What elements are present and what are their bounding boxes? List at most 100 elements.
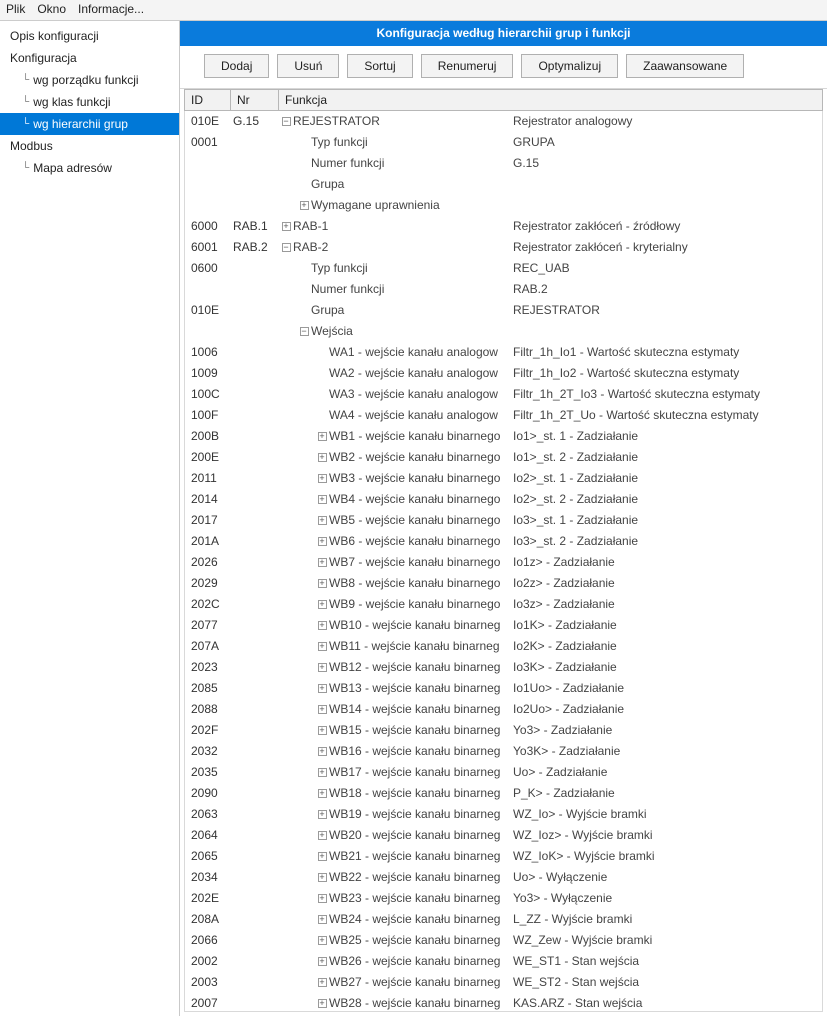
grid-row[interactable]: 2003+WB27 - wejście kanału binarnegWE_ST… (185, 972, 822, 993)
optimize-button[interactable]: Optymalizuj (521, 54, 618, 78)
grid-row[interactable]: Grupa (185, 174, 822, 195)
grid-row[interactable]: 2011+WB3 - wejście kanału binarnegoIo2>_… (185, 468, 822, 489)
expander-icon[interactable]: − (297, 323, 311, 340)
grid-row[interactable]: 2077+WB10 - wejście kanału binarnegIo1K>… (185, 615, 822, 636)
expander-icon[interactable]: − (279, 113, 293, 130)
grid-row[interactable]: 2007+WB28 - wejście kanału binarnegKAS.A… (185, 993, 822, 1012)
add-button[interactable]: Dodaj (204, 54, 269, 78)
grid-row[interactable]: 0600Typ funkcjiREC_UAB (185, 258, 822, 279)
grid-row[interactable]: 202F+WB15 - wejście kanału binarnegYo3> … (185, 720, 822, 741)
grid-row[interactable]: 2066+WB25 - wejście kanału binarnegWZ_Ze… (185, 930, 822, 951)
grid-row[interactable]: −Wejścia (185, 321, 822, 342)
sidebar-item-opis[interactable]: Opis konfiguracji (0, 25, 179, 47)
expander-icon[interactable]: + (315, 764, 329, 781)
grid-row[interactable]: 2085+WB13 - wejście kanału binarnegIo1Uo… (185, 678, 822, 699)
expander-icon[interactable]: + (315, 827, 329, 844)
grid-row[interactable]: 200B+WB1 - wejście kanału binarnegoIo1>_… (185, 426, 822, 447)
grid-row[interactable]: 202E+WB23 - wejście kanału binarnegYo3> … (185, 888, 822, 909)
expander-icon[interactable]: + (315, 617, 329, 634)
menu-file[interactable]: Plik (6, 2, 25, 16)
expander-icon[interactable]: + (315, 428, 329, 445)
grid-row[interactable]: 6001RAB.2−RAB-2Rejestrator zakłóceń - kr… (185, 237, 822, 258)
grid-row[interactable]: 2065+WB21 - wejście kanału binarnegWZ_Io… (185, 846, 822, 867)
expander-icon[interactable]: + (315, 869, 329, 886)
grid-row[interactable]: 2026 +WB7 - wejście kanału binarnegoIo1z>… (185, 552, 822, 573)
grid-row[interactable]: 2063+WB19 - wejście kanału binarnegWZ_Io… (185, 804, 822, 825)
expander-icon[interactable]: + (315, 533, 329, 550)
cell-id: 2026 (185, 554, 231, 571)
grid-row[interactable]: 2032+WB16 - wejście kanału binarnegYo3K>… (185, 741, 822, 762)
grid-row[interactable]: 202C+WB9 - wejście kanału binarnegoIo3z>… (185, 594, 822, 615)
expander-icon[interactable]: + (315, 848, 329, 865)
grid-row[interactable]: Numer funkcjiG.15 (185, 153, 822, 174)
expander-icon[interactable]: + (315, 995, 329, 1012)
cell-funkcja: WB7 - wejście kanału binarnego (329, 554, 513, 571)
renumber-button[interactable]: Renumeruj (421, 54, 514, 78)
menu-info[interactable]: Informacje... (78, 2, 144, 16)
expander-icon[interactable]: + (315, 512, 329, 529)
expander-icon[interactable]: + (315, 680, 329, 697)
expander-icon[interactable]: + (315, 575, 329, 592)
grid-row[interactable]: 100CWA3 - wejście kanału analogowFiltr_1… (185, 384, 822, 405)
grid-row[interactable]: 2064+WB20 - wejście kanału binarnegWZ_Io… (185, 825, 822, 846)
sidebar-item-konfiguracja[interactable]: Konfiguracja (0, 47, 179, 69)
grid-row[interactable]: 1006WA1 - wejście kanału analogowFiltr_1… (185, 342, 822, 363)
grid-row[interactable]: 2034+WB22 - wejście kanału binarnegUo> -… (185, 867, 822, 888)
grid-row[interactable]: 2029+WB8 - wejście kanału binarnegoIo2z>… (185, 573, 822, 594)
grid-body: 010EG.15−REJESTRATORRejestrator analogow… (184, 111, 823, 1012)
expander-icon[interactable]: + (315, 806, 329, 823)
grid-row[interactable]: 010EG.15−REJESTRATORRejestrator analogow… (185, 111, 822, 132)
grid-row[interactable]: +Wymagane uprawnienia (185, 195, 822, 216)
grid-row[interactable]: 100FWA4 - wejście kanału analogowFiltr_1… (185, 405, 822, 426)
grid-row[interactable]: 201A+WB6 - wejście kanału binarnegoIo3>_… (185, 531, 822, 552)
col-header-id[interactable]: ID (185, 90, 231, 110)
grid-row[interactable]: 2002+WB26 - wejście kanału binarnegWE_ST… (185, 951, 822, 972)
grid-row[interactable]: 200E+WB2 - wejście kanału binarnegoIo1>_… (185, 447, 822, 468)
col-header-nr[interactable]: Nr (231, 90, 279, 110)
expander-icon[interactable]: + (297, 197, 311, 214)
expander-icon[interactable]: + (315, 449, 329, 466)
grid-row[interactable]: 1009WA2 - wejście kanału analogowFiltr_1… (185, 363, 822, 384)
sort-button[interactable]: Sortuj (347, 54, 412, 78)
grid-row[interactable]: 2088+WB14 - wejście kanału binarnegIo2Uo… (185, 699, 822, 720)
grid-row[interactable]: 2090+WB18 - wejście kanału binarnegP_K> … (185, 783, 822, 804)
grid-row[interactable]: 2014+WB4 - wejście kanału binarnegoIo2>_… (185, 489, 822, 510)
grid-row[interactable]: 2017+WB5 - wejście kanału binarnegoIo3>_… (185, 510, 822, 531)
expander-icon[interactable]: + (315, 638, 329, 655)
sidebar-child-label: wg hierarchii grup (33, 117, 128, 131)
expander-icon[interactable]: + (315, 470, 329, 487)
sidebar-child-0[interactable]: └ wg porządku funkcji (0, 69, 179, 91)
expander-icon[interactable]: + (279, 218, 293, 235)
advanced-button[interactable]: Zaawansowane (626, 54, 744, 78)
sidebar-modbus-child-0[interactable]: └ Mapa adresów (0, 157, 179, 179)
expander-icon[interactable]: + (315, 491, 329, 508)
expander-icon[interactable]: + (315, 932, 329, 949)
expander-icon[interactable]: + (315, 701, 329, 718)
grid-row[interactable]: 208A+WB24 - wejście kanału binarnegL_ZZ … (185, 909, 822, 930)
grid-row[interactable]: 6000RAB.1+RAB-1Rejestrator zakłóceń - źr… (185, 216, 822, 237)
grid-row[interactable]: 0001Typ funkcjiGRUPA (185, 132, 822, 153)
grid-row[interactable]: 207A+WB11 - wejście kanału binarnegIo2K>… (185, 636, 822, 657)
grid-row[interactable]: Numer funkcjiRAB.2 (185, 279, 822, 300)
expander-icon[interactable]: + (315, 554, 329, 571)
grid-row[interactable]: 2023+WB12 - wejście kanału binarnegIo3K>… (185, 657, 822, 678)
sidebar-item-modbus[interactable]: Modbus (0, 135, 179, 157)
expander-icon[interactable]: + (315, 890, 329, 907)
delete-button[interactable]: Usuń (277, 54, 339, 78)
sidebar-child-2[interactable]: └ wg hierarchii grup (0, 113, 179, 135)
expander-icon[interactable]: + (315, 743, 329, 760)
grid-row[interactable]: 2035+WB17 - wejście kanału binarnegUo> -… (185, 762, 822, 783)
expander-icon[interactable]: + (315, 953, 329, 970)
expander-icon[interactable]: + (315, 974, 329, 991)
expander-icon[interactable]: + (315, 596, 329, 613)
grid-row[interactable]: 010EGrupaREJESTRATOR (185, 300, 822, 321)
expander-icon[interactable]: + (315, 911, 329, 928)
col-header-funkcja[interactable]: Funkcja (279, 90, 822, 110)
sidebar-child-1[interactable]: └ wg klas funkcji (0, 91, 179, 113)
expander-icon[interactable]: + (315, 785, 329, 802)
expander-icon[interactable]: − (279, 239, 293, 256)
menu-window[interactable]: Okno (37, 2, 66, 16)
expander-icon[interactable]: + (315, 722, 329, 739)
expander-icon[interactable]: + (315, 659, 329, 676)
cell-description: Io1z> - Zadziałanie (513, 554, 822, 571)
